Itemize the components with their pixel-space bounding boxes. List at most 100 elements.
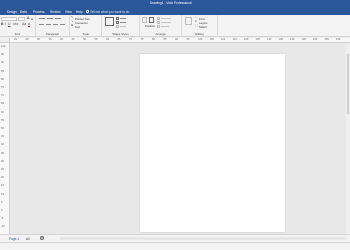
ruler-tick-label: 120 [244, 38, 249, 41]
file-tab[interactable] [0, 9, 5, 14]
horizontal-ruler: 20 25 30 35 40 45 50 55 60 65 70 75 80 85 90 95 100 105 11… [10, 38, 350, 43]
position-button[interactable]: Position [145, 24, 155, 28]
select-icon[interactable]: ⬚ [195, 24, 198, 27]
tab-data[interactable]: Data [20, 10, 27, 14]
drawing-page[interactable] [140, 54, 285, 232]
tab-view[interactable]: View [65, 10, 72, 14]
ruler-tick-label: 50 [83, 38, 86, 41]
tab-process[interactable]: Process [33, 10, 45, 14]
ruler-tick-label: 20 [1, 176, 4, 180]
shrink-font-icon[interactable]: A [31, 17, 33, 21]
ruler-tick-label: 50 [1, 127, 4, 130]
vertical-scrollbar[interactable] [346, 44, 350, 234]
ruler-tick-label: 35 [48, 38, 52, 41]
group-bar [161, 26, 169, 27]
ribbon: A A B I U abc Aa A Font Paragraph ↖ Poin… [0, 15, 350, 37]
vertical-scroll-thumb[interactable] [346, 54, 350, 114]
strikethrough-icon[interactable]: abc [13, 22, 18, 26]
paragraph-group-label: Paragraph [45, 32, 60, 36]
arrange-group-label: Arrange [155, 32, 166, 36]
lightbulb-icon [86, 10, 89, 13]
ruler-tick-label: 20 [14, 38, 17, 41]
ruler-tick-label: 85 [1, 69, 4, 73]
ribbon-tabs: Design Data Process Review View Help Tel… [0, 8, 350, 15]
ruler-tick-label: 100 [1, 45, 6, 48]
font-group-label: Font [14, 32, 21, 36]
change-shape-icon[interactable] [185, 17, 192, 25]
align-center-icon[interactable] [46, 24, 51, 25]
ruler-tick-label: 70 [129, 38, 132, 41]
ruler-tick-label: 80 [1, 77, 4, 81]
ruler-tick-label: 55 [1, 118, 4, 122]
fill-icon[interactable] [116, 17, 119, 20]
paragraph-group: Paragraph [36, 15, 70, 37]
drawing-canvas[interactable] [11, 44, 346, 234]
font-name-field[interactable] [1, 17, 17, 21]
ruler-tick-label: 90 [175, 38, 178, 41]
group-icon[interactable] [157, 25, 160, 28]
ruler-tick-label: 25 [25, 38, 29, 41]
shape-styles-group-label: Shape Styles [112, 32, 129, 36]
quick-styles-icon[interactable] [105, 17, 114, 26]
ruler-tick-label: 95 [1, 53, 4, 57]
underline-icon[interactable]: U [8, 22, 10, 26]
tab-review[interactable]: Review [50, 10, 60, 14]
ruler-tick-label: 110 [221, 38, 226, 41]
ruler-tick-label: 135 [278, 38, 283, 41]
position-icon[interactable] [149, 17, 154, 23]
ruler-tick-label: 35 [1, 151, 4, 155]
ruler-tick-label: 105 [209, 38, 214, 41]
align-icon[interactable] [142, 17, 147, 23]
ruler-tick-label: 75 [140, 38, 144, 41]
ruler-tick-label: 15 [1, 184, 4, 188]
tools-group-label: Tools [82, 32, 89, 36]
ruler-tick-label: 5 [1, 200, 3, 204]
editing-group: ⌕ Find ≡ Layers ⬚ Select Editing [182, 15, 218, 37]
ruler-tick-label: 95 [186, 38, 190, 41]
line-label-bar [120, 22, 126, 23]
select-button[interactable]: Select [199, 25, 207, 29]
line-icon[interactable] [116, 21, 119, 24]
ruler-tick-label: 80 [152, 38, 155, 41]
bring-front-icon[interactable] [157, 17, 160, 20]
ruler-tick-label: 60 [1, 110, 4, 114]
italic-icon[interactable]: I [5, 22, 6, 26]
page-tab-page-1[interactable]: Page-1 [9, 237, 19, 241]
text-tool-icon[interactable]: A [71, 24, 73, 27]
align-top-icon[interactable] [39, 18, 45, 19]
effects-icon[interactable] [116, 25, 119, 28]
horizontal-scrollbar[interactable] [60, 237, 346, 240]
ruler-tick-label: 125 [255, 38, 260, 41]
ruler-tick-label: -10 [1, 225, 5, 229]
bring-front-bar [161, 18, 171, 19]
arrange-group: Position Arrange [140, 15, 182, 37]
tab-help[interactable]: Help [76, 10, 83, 14]
ruler-tick-label: 60 [106, 38, 109, 41]
ruler-tick-label: 115 [232, 38, 237, 41]
tell-me-search[interactable]: Tell me what you want to do [90, 10, 129, 14]
page-tab-all[interactable]: All [26, 237, 30, 241]
ruler-tick-label: 140 [290, 38, 295, 41]
add-page-button[interactable]: + [40, 236, 44, 240]
align-left-icon[interactable] [39, 24, 44, 25]
ruler-tick-label: 160 [336, 38, 341, 41]
ruler-tick-label: 150 [313, 38, 318, 41]
ruler-tick-label: 30 [1, 159, 4, 163]
ruler-tick-label: 90 [1, 61, 4, 65]
align-right-icon[interactable] [53, 24, 58, 25]
align-bottom-icon[interactable] [55, 18, 61, 19]
ruler-tick-label: 130 [267, 38, 272, 41]
text-tool-button[interactable]: Text [75, 25, 80, 29]
font-size-field[interactable] [18, 17, 25, 21]
font-color-icon[interactable]: A [28, 22, 31, 28]
bold-icon[interactable]: B [1, 22, 3, 26]
send-back-icon[interactable] [157, 21, 160, 24]
title-bar: Drawing1 - Visio Professional [0, 0, 350, 8]
grow-font-icon[interactable]: A [27, 16, 29, 20]
tools-group: ↖ Pointer Tool ↘ Connector A Text Tools [70, 15, 102, 37]
align-middle-icon[interactable] [47, 18, 53, 19]
tab-design[interactable]: Design [7, 10, 17, 14]
case-icon[interactable]: Aa [22, 22, 26, 26]
ruler-tick-label: 30 [37, 38, 40, 41]
justify-icon[interactable] [60, 24, 65, 25]
